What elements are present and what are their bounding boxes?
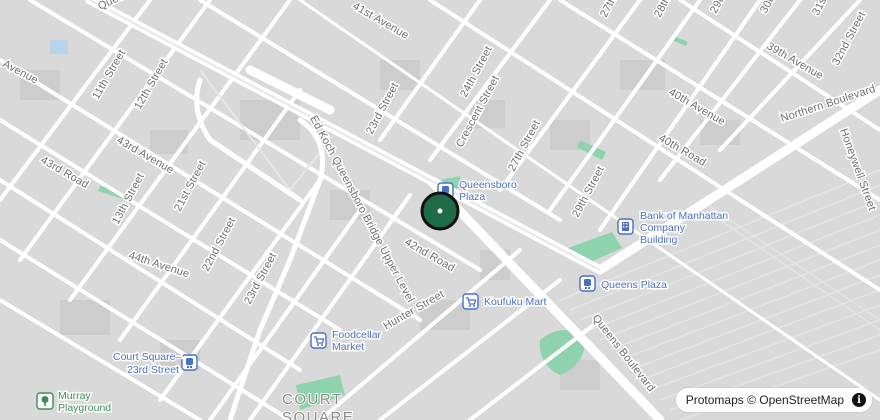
poi-murray-line-1: Murray bbox=[58, 390, 91, 402]
poi-murray-line-2: Playground bbox=[58, 402, 111, 414]
location-marker-icon[interactable] bbox=[420, 191, 460, 231]
poi-bank-line-3: Building bbox=[640, 234, 678, 246]
map-canvas[interactable]: Queensboro Bridge Upper Level 41st Avenu… bbox=[0, 0, 880, 420]
area-label-line-2: SQUARE bbox=[282, 409, 354, 420]
poi-court-square-line-2: 23rd Street bbox=[127, 364, 179, 376]
map-svg[interactable]: Queensboro Bridge Upper Level 41st Avenu… bbox=[0, 0, 880, 420]
info-icon[interactable]: i bbox=[852, 393, 866, 407]
building-icon[interactable] bbox=[617, 218, 634, 235]
area-label-court-square: COURT SQUARE bbox=[282, 391, 354, 420]
poi-queensboro-plaza-line-2: Plaza bbox=[459, 191, 485, 203]
attribution-bar[interactable]: Protomaps © OpenStreetMap i bbox=[675, 388, 872, 412]
poi-bank-line-1: Bank of Manhattan bbox=[640, 210, 728, 222]
park-tree-icon[interactable] bbox=[36, 392, 54, 410]
poi-foodcellar-line-1: Foodcellar bbox=[332, 329, 382, 341]
poi-queensboro-plaza-line-1: Queensboro bbox=[459, 179, 517, 191]
attribution-text[interactable]: Protomaps © OpenStreetMap bbox=[686, 393, 844, 407]
poi-foodcellar-line-2: Market bbox=[332, 341, 364, 353]
shopping-cart-icon[interactable] bbox=[462, 293, 479, 310]
poi-koufuku-mart: Koufuku Mart bbox=[484, 296, 547, 308]
metro-station-icon[interactable] bbox=[579, 275, 596, 292]
shopping-cart-icon[interactable] bbox=[310, 332, 327, 349]
poi-court-square-line-1: Court Square– bbox=[113, 351, 181, 363]
area-label-line-1: COURT bbox=[282, 391, 342, 408]
poi-queens-plaza: Queens Plaza bbox=[601, 279, 667, 291]
water-pond bbox=[50, 40, 68, 54]
metro-station-icon[interactable] bbox=[181, 354, 198, 371]
poi-bank-line-2: Company bbox=[640, 222, 686, 234]
